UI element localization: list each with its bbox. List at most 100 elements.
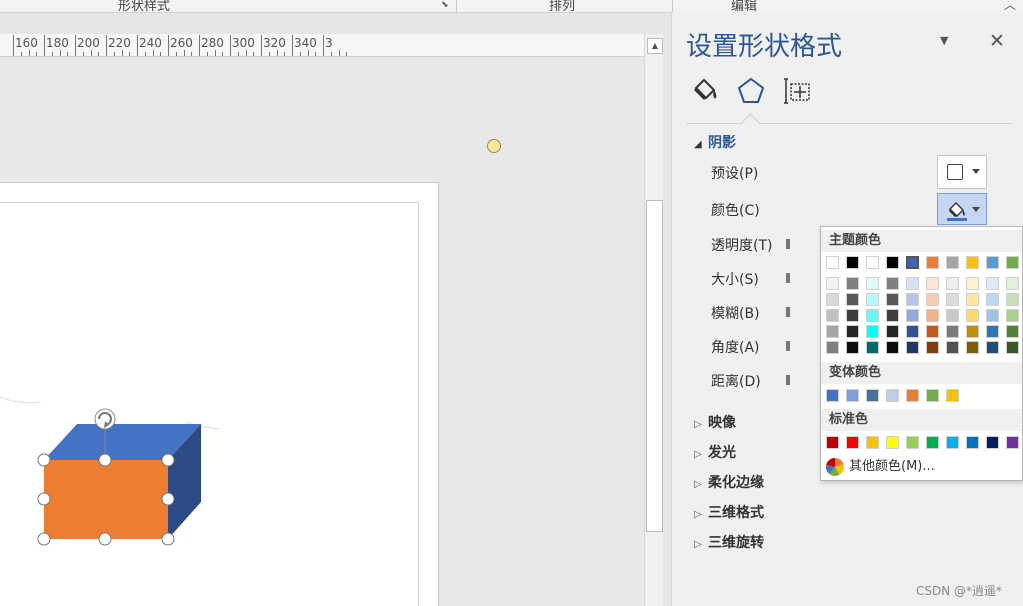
section-reflection-header[interactable]: ▷ 映像 (694, 412, 736, 432)
resize-handle[interactable] (98, 453, 112, 467)
theme-shade-swatch[interactable] (886, 293, 899, 306)
standard-color-swatch[interactable] (966, 436, 979, 449)
theme-shade-swatch[interactable] (946, 309, 959, 322)
theme-shade-swatch[interactable] (906, 309, 919, 322)
scroll-up-icon[interactable]: ▲ (647, 38, 663, 54)
theme-shade-swatch[interactable] (966, 277, 979, 290)
theme-color-swatch[interactable] (886, 256, 899, 269)
theme-shade-swatch[interactable] (1006, 277, 1019, 290)
theme-color-swatch[interactable] (826, 256, 839, 269)
theme-shade-swatch[interactable] (986, 277, 999, 290)
standard-color-swatch[interactable] (826, 436, 839, 449)
standard-color-swatch[interactable] (866, 436, 879, 449)
variant-color-swatch[interactable] (926, 389, 939, 402)
theme-color-swatch[interactable] (906, 256, 919, 269)
theme-color-swatch[interactable] (926, 256, 939, 269)
theme-shade-swatch[interactable] (946, 325, 959, 338)
theme-color-swatch[interactable] (946, 256, 959, 269)
theme-shade-swatch[interactable] (866, 293, 879, 306)
theme-shade-swatch[interactable] (966, 309, 979, 322)
cube-shape[interactable] (0, 397, 260, 606)
theme-shade-swatch[interactable] (946, 293, 959, 306)
section-3d-format-header[interactable]: ▷ 三维格式 (694, 502, 764, 522)
shadow-color-dropdown[interactable] (937, 193, 987, 225)
drawing-canvas[interactable] (0, 57, 644, 606)
fill-line-icon[interactable] (690, 76, 720, 106)
theme-color-swatch[interactable] (986, 256, 999, 269)
standard-color-swatch[interactable] (886, 436, 899, 449)
scrollbar-thumb[interactable] (646, 200, 663, 532)
resize-handle[interactable] (161, 453, 175, 467)
theme-shade-swatch[interactable] (986, 309, 999, 322)
section-shadow-header[interactable]: ◢ 阴影 (694, 132, 736, 152)
resize-handle[interactable] (161, 532, 175, 546)
theme-shade-swatch[interactable] (886, 325, 899, 338)
cube-front-face[interactable] (44, 460, 168, 539)
theme-shade-swatch[interactable] (826, 277, 839, 290)
theme-shade-swatch[interactable] (846, 325, 859, 338)
rotate-handle-icon[interactable] (94, 408, 116, 430)
standard-color-swatch[interactable] (906, 436, 919, 449)
theme-shade-swatch[interactable] (1006, 341, 1019, 354)
theme-shade-swatch[interactable] (1006, 325, 1019, 338)
theme-shade-swatch[interactable] (846, 277, 859, 290)
standard-color-swatch[interactable] (846, 436, 859, 449)
theme-shade-swatch[interactable] (846, 341, 859, 354)
angle-slider-stub[interactable] (786, 341, 790, 351)
theme-shade-swatch[interactable] (866, 309, 879, 322)
effects-pentagon-icon[interactable] (736, 76, 766, 106)
theme-shade-swatch[interactable] (866, 325, 879, 338)
size-slider-stub[interactable] (786, 273, 790, 283)
theme-shade-swatch[interactable] (886, 341, 899, 354)
adjust-handle[interactable] (487, 139, 501, 153)
theme-shade-swatch[interactable] (886, 309, 899, 322)
theme-shade-swatch[interactable] (826, 325, 839, 338)
theme-shade-swatch[interactable] (926, 341, 939, 354)
theme-color-swatch[interactable] (846, 256, 859, 269)
standard-color-swatch[interactable] (946, 436, 959, 449)
standard-color-swatch[interactable] (986, 436, 999, 449)
theme-shade-swatch[interactable] (886, 277, 899, 290)
theme-shade-swatch[interactable] (906, 325, 919, 338)
horizontal-ruler[interactable]: 160 180 200 220 240 260 280 300 320 340 3 (0, 34, 644, 57)
shadow-preset-dropdown[interactable] (937, 155, 987, 189)
theme-shade-swatch[interactable] (846, 293, 859, 306)
theme-shade-swatch[interactable] (906, 277, 919, 290)
theme-shade-swatch[interactable] (926, 293, 939, 306)
variant-color-swatch[interactable] (886, 389, 899, 402)
variant-color-swatch[interactable] (906, 389, 919, 402)
theme-shade-swatch[interactable] (986, 325, 999, 338)
theme-color-swatch[interactable] (866, 256, 879, 269)
theme-shade-swatch[interactable] (866, 277, 879, 290)
theme-shade-swatch[interactable] (926, 277, 939, 290)
variant-color-swatch[interactable] (826, 389, 839, 402)
theme-shade-swatch[interactable] (966, 325, 979, 338)
theme-shade-swatch[interactable] (826, 309, 839, 322)
section-soft-edges-header[interactable]: ▷ 柔化边缘 (694, 472, 764, 492)
theme-shade-swatch[interactable] (826, 341, 839, 354)
resize-handle[interactable] (37, 453, 51, 467)
size-properties-icon[interactable] (782, 76, 812, 106)
variant-color-swatch[interactable] (846, 389, 859, 402)
variant-color-swatch[interactable] (866, 389, 879, 402)
theme-color-swatch[interactable] (1006, 256, 1019, 269)
theme-shade-swatch[interactable] (846, 309, 859, 322)
variant-color-swatch[interactable] (946, 389, 959, 402)
transparency-slider-stub[interactable] (786, 239, 790, 249)
section-3d-rotation-header[interactable]: ▷ 三维旋转 (694, 532, 764, 552)
resize-handle[interactable] (98, 532, 112, 546)
blur-slider-stub[interactable] (786, 307, 790, 317)
theme-shade-swatch[interactable] (966, 341, 979, 354)
standard-color-swatch[interactable] (926, 436, 939, 449)
theme-shade-swatch[interactable] (1006, 309, 1019, 322)
theme-shade-swatch[interactable] (946, 277, 959, 290)
theme-shade-swatch[interactable] (826, 293, 839, 306)
theme-shade-swatch[interactable] (906, 293, 919, 306)
theme-shade-swatch[interactable] (906, 341, 919, 354)
theme-shade-swatch[interactable] (926, 325, 939, 338)
close-icon[interactable]: ✕ (989, 30, 1005, 52)
theme-shade-swatch[interactable] (986, 293, 999, 306)
vertical-scrollbar[interactable]: ▲ (644, 34, 663, 606)
dropdown-triangle-icon[interactable]: ▼ (940, 34, 948, 47)
theme-color-swatch[interactable] (966, 256, 979, 269)
